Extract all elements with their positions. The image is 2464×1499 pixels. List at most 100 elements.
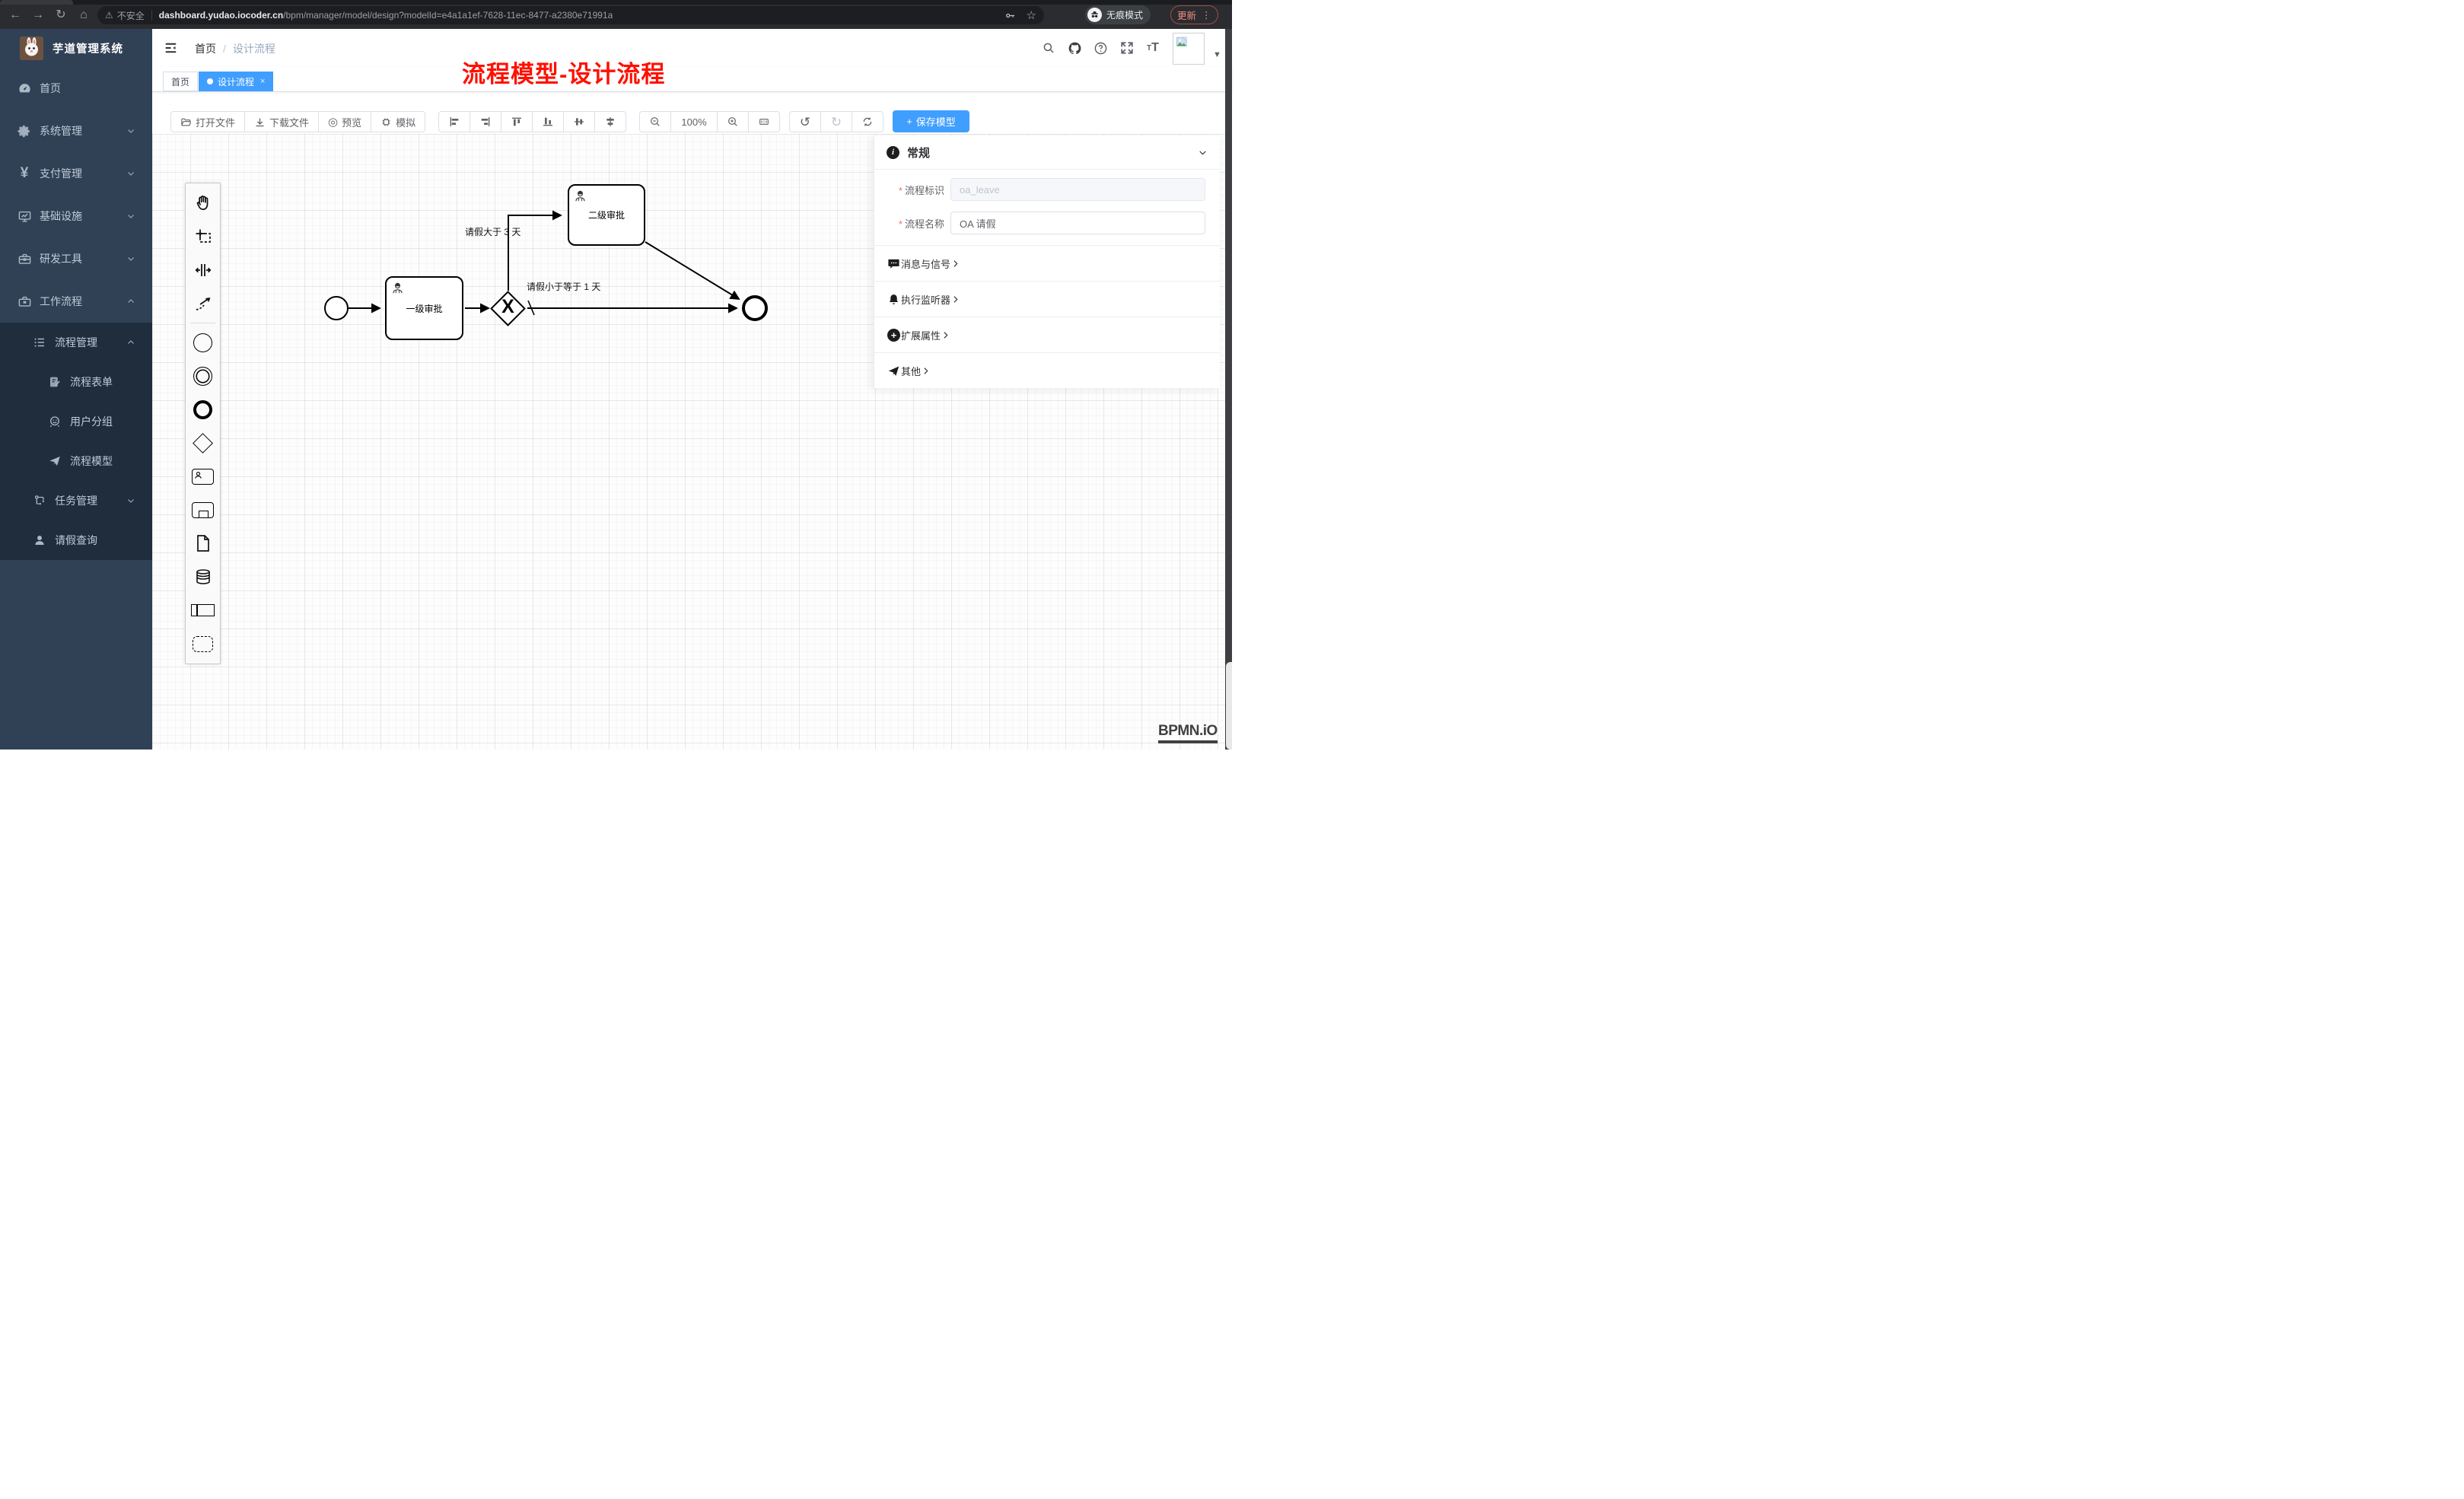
close-icon[interactable]: × bbox=[260, 77, 265, 86]
align-right-button[interactable] bbox=[470, 111, 501, 132]
group-face-icon bbox=[46, 412, 64, 431]
condition-label-gt[interactable]: 请假大于 3 天 bbox=[465, 225, 520, 238]
page-scrollbar[interactable] bbox=[1225, 29, 1232, 750]
align-left-button[interactable] bbox=[438, 111, 470, 132]
open-file-button[interactable]: 打开文件 bbox=[170, 111, 245, 132]
browser-home-button[interactable]: ⌂ bbox=[75, 6, 93, 24]
browser-active-tab[interactable] bbox=[0, 0, 73, 5]
chevron-down-icon bbox=[126, 212, 135, 221]
lasso-tool-icon[interactable] bbox=[186, 220, 220, 253]
process-key-input[interactable] bbox=[950, 178, 1205, 201]
avatar[interactable] bbox=[1173, 33, 1205, 65]
font-size-icon[interactable]: TT bbox=[1143, 38, 1163, 58]
browser-menu-dots-icon[interactable]: ⋮ bbox=[1202, 9, 1211, 21]
chevron-up-icon bbox=[126, 338, 135, 347]
save-model-button[interactable]: + 保存模型 bbox=[893, 110, 969, 132]
sidebar-item-user-group[interactable]: 用户分组 bbox=[0, 402, 152, 441]
create-start-event-icon[interactable] bbox=[186, 326, 220, 359]
browser-update-button[interactable]: 更新 ⋮ bbox=[1170, 5, 1218, 24]
sidebar-item-process-model[interactable]: 流程模型 bbox=[0, 441, 152, 481]
field-label: *流程标识 bbox=[874, 183, 950, 197]
create-data-object-icon[interactable] bbox=[186, 527, 220, 560]
download-file-button[interactable]: 下载文件 bbox=[244, 111, 319, 132]
create-gateway-icon[interactable] bbox=[186, 426, 220, 460]
sidebar-item-process-form[interactable]: 流程表单 bbox=[0, 362, 152, 402]
process-name-input[interactable] bbox=[950, 212, 1205, 234]
panel-section-extended-properties[interactable]: + 扩展属性 bbox=[874, 317, 1220, 352]
incognito-label: 无痕模式 bbox=[1106, 8, 1143, 21]
restart-button[interactable] bbox=[852, 111, 883, 132]
sidebar-item-task-management[interactable]: 任务管理 bbox=[0, 481, 152, 520]
password-key-icon[interactable] bbox=[1004, 10, 1016, 21]
process-name-field-row: *流程名称 bbox=[874, 212, 1220, 234]
align-bottom-button[interactable] bbox=[532, 111, 564, 132]
gear-icon bbox=[15, 122, 33, 140]
align-horizontal-center-button[interactable] bbox=[594, 111, 626, 132]
create-intermediate-event-icon[interactable] bbox=[186, 359, 220, 393]
create-group-icon[interactable] bbox=[186, 627, 220, 660]
sidebar-item-dev-tools[interactable]: 研发工具 bbox=[0, 237, 152, 280]
update-label[interactable]: 更新 bbox=[1177, 8, 1196, 22]
breadcrumb: 首页 / 设计流程 bbox=[195, 41, 275, 56]
tab-home[interactable]: 首页 bbox=[163, 72, 198, 91]
zoom-out-button[interactable] bbox=[639, 111, 671, 132]
sidebar-item-home[interactable]: 首页 bbox=[0, 67, 152, 110]
create-participant-icon[interactable] bbox=[186, 594, 220, 627]
zoom-in-button[interactable] bbox=[717, 111, 749, 132]
sidebar-item-leave-query[interactable]: 请假查询 bbox=[0, 520, 152, 560]
avatar-caret-icon[interactable]: ▼ bbox=[1213, 50, 1221, 59]
bpmn-user-task-second[interactable]: 二级审批 bbox=[568, 184, 645, 246]
search-icon[interactable] bbox=[1039, 38, 1059, 58]
fullscreen-icon[interactable] bbox=[1117, 38, 1137, 58]
refresh-icon bbox=[861, 116, 874, 128]
bookmark-star-icon[interactable]: ☆ bbox=[1027, 8, 1036, 22]
sidebar-item-label: 流程管理 bbox=[55, 335, 97, 350]
align-top-button[interactable] bbox=[501, 111, 533, 132]
github-icon[interactable] bbox=[1065, 38, 1084, 58]
hand-tool-icon[interactable] bbox=[186, 186, 220, 220]
address-bar[interactable]: ⚠ 不安全 dashboard.yudao.iocoder.cn/bpm/man… bbox=[97, 6, 1044, 24]
panel-section-messages[interactable]: 消息与信号 bbox=[874, 245, 1220, 281]
task-tree-icon bbox=[30, 492, 49, 510]
tab-label: 设计流程 bbox=[218, 75, 254, 88]
sidebar-item-system[interactable]: 系统管理 bbox=[0, 110, 152, 152]
download-icon bbox=[254, 116, 266, 128]
help-icon[interactable] bbox=[1090, 38, 1110, 58]
create-data-store-icon[interactable] bbox=[186, 560, 220, 594]
redo-button[interactable]: ↻ bbox=[820, 111, 852, 132]
bpmn-user-task-first[interactable]: 一级审批 bbox=[385, 276, 463, 340]
panel-section-general[interactable]: i 常规 bbox=[874, 135, 1220, 169]
bpmn-io-watermark[interactable]: BPMN.iO bbox=[1158, 723, 1218, 743]
align-vertical-center-button[interactable] bbox=[563, 111, 595, 132]
zoom-reset-button[interactable] bbox=[748, 111, 780, 132]
not-secure-label[interactable]: 不安全 bbox=[117, 9, 145, 22]
browser-back-button[interactable]: ← bbox=[6, 6, 24, 24]
browser-forward-button[interactable]: → bbox=[29, 6, 47, 24]
sidebar-item-infrastructure[interactable]: 基础设施 bbox=[0, 195, 152, 237]
sidebar-item-process-management[interactable]: 流程管理 bbox=[0, 323, 152, 362]
paper-plane-icon bbox=[46, 452, 64, 470]
preview-button[interactable]: ◎ 预览 bbox=[318, 111, 371, 132]
breadcrumb-current: 设计流程 bbox=[233, 41, 275, 56]
bpmn-start-event[interactable] bbox=[324, 296, 349, 320]
app-logo-row[interactable]: 芋道管理系统 bbox=[0, 29, 152, 67]
scrollbar-thumb[interactable] bbox=[1226, 662, 1232, 750]
undo-button[interactable]: ↺ bbox=[789, 111, 821, 132]
simulate-button[interactable]: 模拟 bbox=[371, 111, 425, 132]
chevron-down-icon bbox=[126, 169, 135, 178]
space-tool-icon[interactable] bbox=[186, 253, 220, 287]
sidebar-collapse-icon[interactable] bbox=[164, 41, 178, 55]
condition-label-le[interactable]: 请假小于等于 1 天 bbox=[527, 280, 600, 293]
panel-section-execution-listeners[interactable]: 执行监听器 bbox=[874, 281, 1220, 317]
global-connect-tool-icon[interactable] bbox=[186, 287, 220, 320]
create-user-task-icon[interactable] bbox=[186, 460, 220, 493]
bpmn-end-event[interactable] bbox=[742, 295, 768, 321]
sidebar-item-payment[interactable]: ¥ 支付管理 bbox=[0, 152, 152, 195]
breadcrumb-home[interactable]: 首页 bbox=[195, 41, 216, 56]
create-end-event-icon[interactable] bbox=[186, 393, 220, 426]
create-subprocess-icon[interactable] bbox=[186, 493, 220, 527]
sidebar-item-workflow[interactable]: 工作流程 bbox=[0, 280, 152, 323]
panel-section-other[interactable]: 其他 bbox=[874, 352, 1220, 388]
browser-reload-button[interactable]: ↻ bbox=[52, 6, 70, 24]
tab-design-process[interactable]: 设计流程 × bbox=[199, 72, 273, 91]
